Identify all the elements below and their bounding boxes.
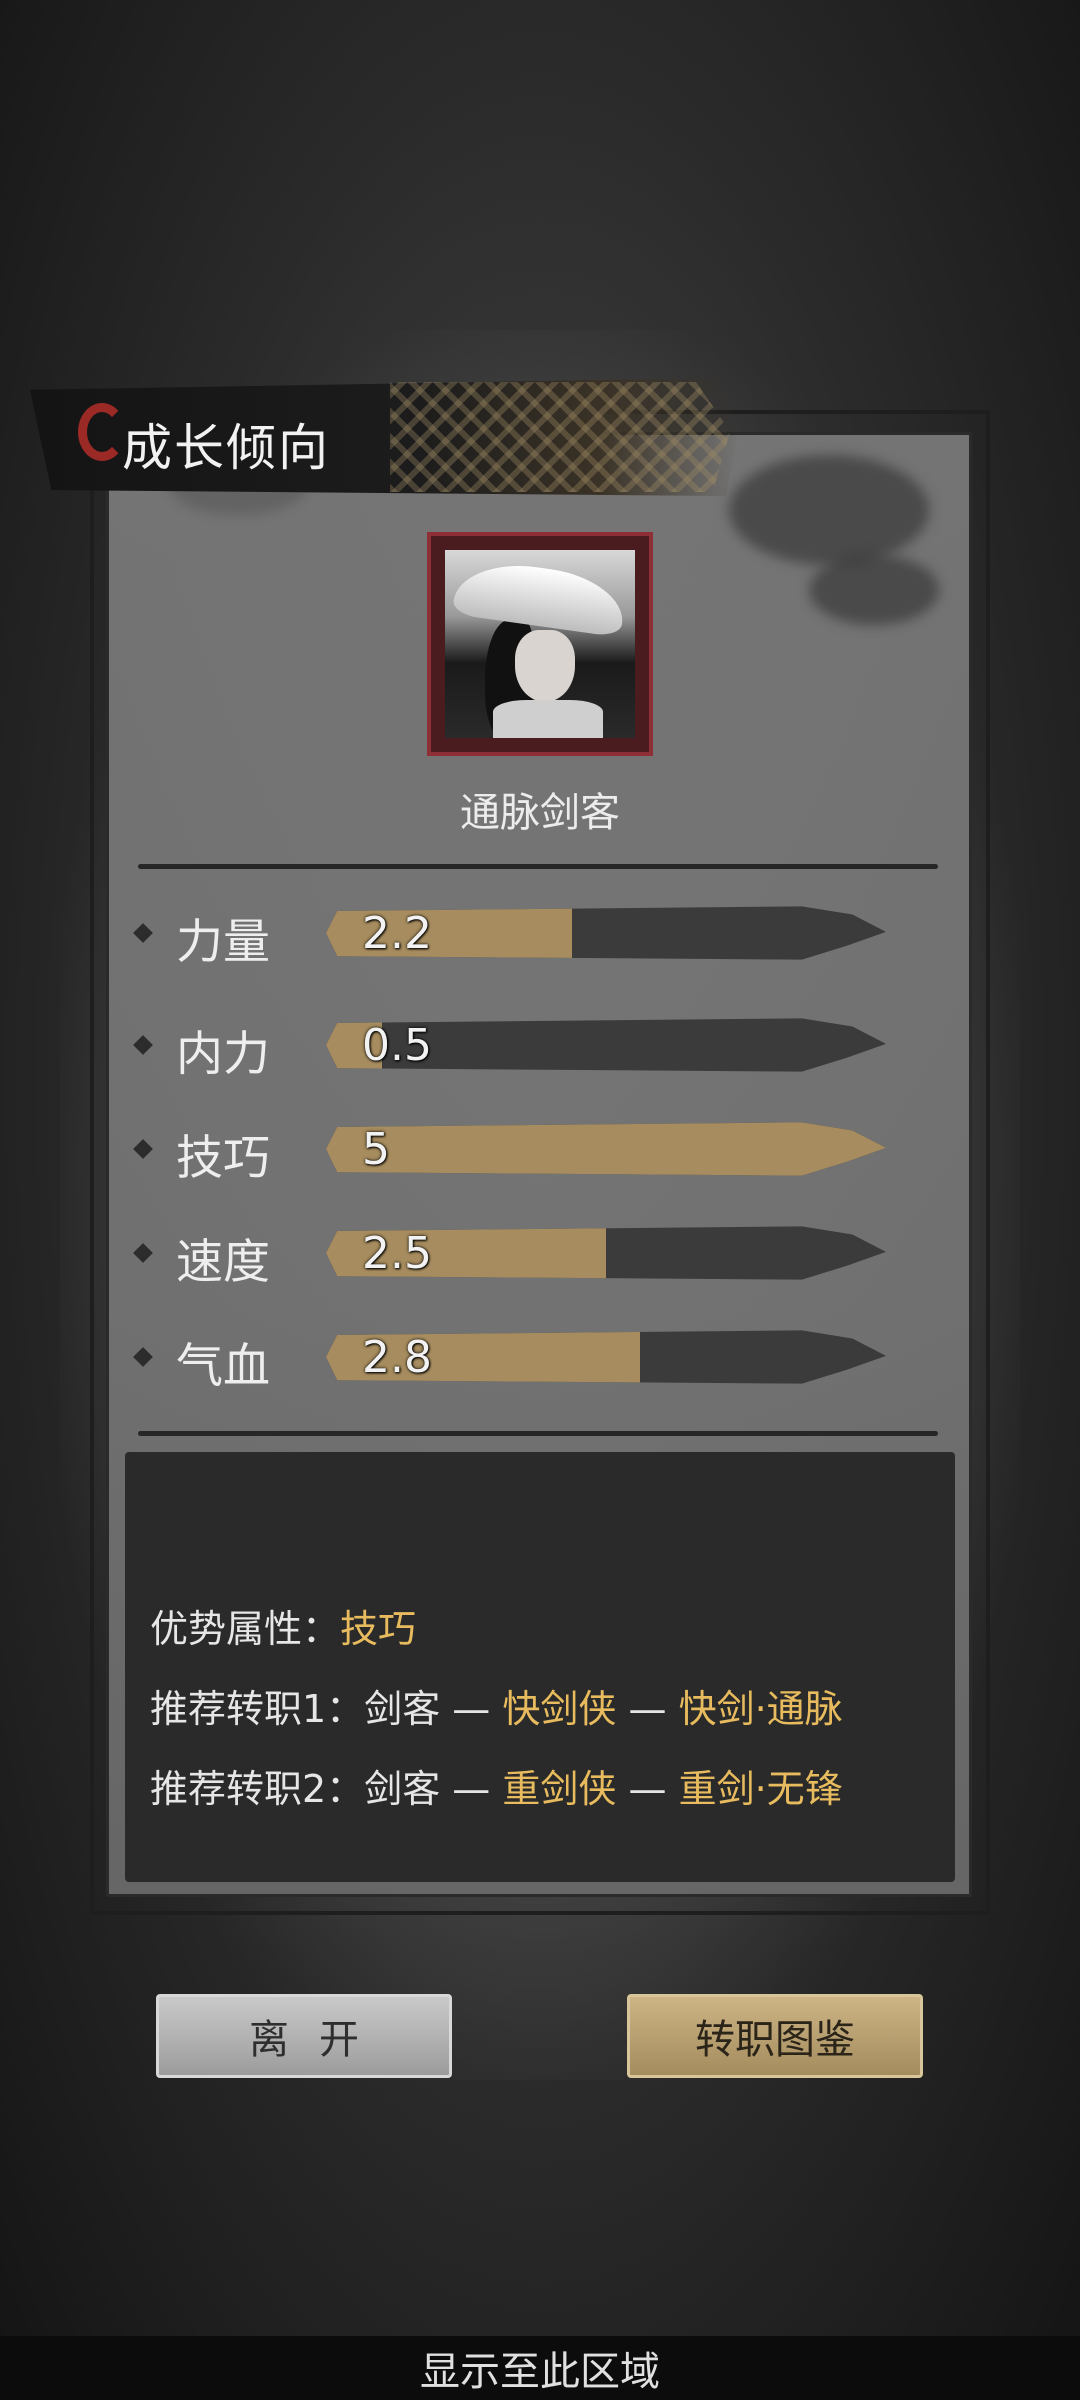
path2-label: 推荐转职2： [150, 1767, 365, 1811]
character-class-name: 通脉剑客 [460, 790, 620, 836]
diamond-bullet-icon [133, 1139, 153, 1159]
stat-value: 2.8 [362, 1332, 432, 1383]
display-area-footer: 显示至此区域 [0, 2336, 1080, 2400]
path1-base: 剑客 [364, 1687, 441, 1731]
class-guide-button[interactable]: 转职图鉴 [627, 1994, 923, 2078]
path1-label: 推荐转职1： [150, 1687, 365, 1731]
leave-button[interactable]: 离开 [156, 1994, 452, 2078]
diamond-bullet-icon [133, 923, 153, 943]
divider-bottom [138, 1431, 938, 1436]
stat-row-vitality: 气血 2.8 [130, 1322, 910, 1394]
stat-label: 速度 [176, 1235, 270, 1290]
path2-end: 重剑·无锋 [678, 1767, 843, 1811]
stat-row-strength: 力量 2.2 [130, 898, 910, 970]
diamond-bullet-icon [133, 1035, 153, 1055]
stat-value: 0.5 [362, 1020, 432, 1071]
class-path-1: 推荐转职1：剑客 — 快剑侠 — 快剑·通脉 [150, 1678, 843, 1733]
portrait-hat [451, 556, 629, 638]
path2-base: 剑客 [364, 1767, 441, 1811]
stat-label: 内力 [176, 1027, 270, 1082]
stat-label: 气血 [176, 1339, 270, 1394]
red-seal-icon [78, 403, 126, 461]
path1-mid: 快剑侠 [502, 1687, 617, 1731]
stat-value: 5 [362, 1124, 390, 1175]
stat-label: 力量 [176, 915, 270, 970]
stat-bar [326, 1122, 886, 1176]
title-pattern-decoration [390, 382, 730, 492]
path2-mid: 重剑侠 [502, 1767, 617, 1811]
advantage-label: 优势属性： [150, 1607, 341, 1651]
page-title: 成长倾向 [122, 419, 330, 477]
advantage-line: 优势属性：技巧 [150, 1598, 416, 1653]
stat-value: 2.2 [362, 908, 432, 959]
portrait-face [515, 630, 575, 702]
character-portrait[interactable] [427, 532, 653, 756]
stat-bar-fill [326, 1122, 886, 1176]
stat-label: 技巧 [176, 1131, 270, 1186]
stat-row-skill: 技巧 5 [130, 1114, 910, 1186]
diamond-bullet-icon [133, 1243, 153, 1263]
stat-value: 2.5 [362, 1228, 432, 1279]
divider-top [138, 864, 938, 869]
stat-row-internal-force: 内力 0.5 [130, 1010, 910, 1082]
path1-end: 快剑·通脉 [678, 1687, 843, 1731]
path1-separator-2: — [616, 1687, 679, 1731]
footer-text: 显示至此区域 [420, 2349, 660, 2395]
path2-separator: — [440, 1767, 503, 1811]
diamond-bullet-icon [133, 1347, 153, 1367]
advantage-value: 技巧 [340, 1607, 417, 1651]
path1-separator: — [440, 1687, 503, 1731]
ink-splash-decoration [729, 455, 929, 565]
class-path-2: 推荐转职2：剑客 — 重剑侠 — 重剑·无锋 [150, 1758, 843, 1813]
ink-splash-decoration [809, 555, 939, 625]
stat-row-speed: 速度 2.5 [130, 1218, 910, 1290]
swordsman-portrait-icon [445, 550, 635, 738]
recommendation-panel: 优势属性：技巧 推荐转职1：剑客 — 快剑侠 — 快剑·通脉 推荐转职2：剑客 … [125, 1452, 955, 1882]
path2-separator-2: — [616, 1767, 679, 1811]
portrait-collar [493, 700, 603, 738]
